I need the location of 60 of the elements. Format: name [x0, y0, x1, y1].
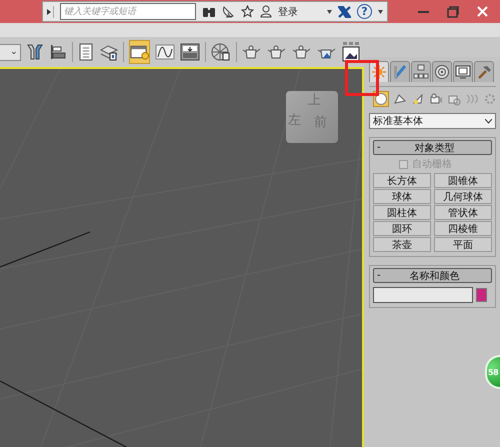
circle-icon: [434, 64, 450, 80]
panel-tab[interactable]: [453, 61, 473, 82]
object-button[interactable]: 四棱锥: [434, 221, 492, 236]
picture-frame-icon: [342, 42, 360, 62]
wave-icon: [465, 92, 479, 106]
panel-tab[interactable]: [411, 61, 431, 82]
satellite-dish-icon[interactable]: [222, 5, 235, 18]
binoculars-icon[interactable]: [202, 6, 216, 18]
teapot-icon: [292, 44, 312, 60]
teapot-icon: [242, 44, 262, 60]
folder-icon: [130, 43, 150, 61]
minimize-icon[interactable]: [418, 10, 429, 14]
object-button[interactable]: 圆环: [373, 221, 431, 236]
dropdown-field[interactable]: 标准基本体: [369, 113, 496, 129]
list-icon: [77, 43, 96, 61]
light-icon: [411, 92, 425, 106]
login-link[interactable]: 登录: [278, 4, 298, 18]
object-button[interactable]: 平面: [434, 237, 492, 252]
align-icon: [48, 43, 67, 61]
toolbar-button[interactable]: [129, 40, 150, 64]
mirror-icon: [26, 43, 44, 61]
object-button[interactable]: 长方体: [373, 173, 431, 188]
panel-tab[interactable]: [432, 61, 452, 82]
object-button[interactable]: 圆柱体: [373, 205, 431, 220]
hierarchy-icon: [413, 64, 429, 80]
caret-icon[interactable]: [378, 10, 383, 14]
color-swatch[interactable]: [476, 288, 487, 302]
object-button[interactable]: 几何球体: [434, 189, 492, 204]
rollout-header[interactable]: - 名称和颜色: [373, 268, 492, 283]
caret-icon[interactable]: [327, 10, 332, 14]
teapot-icon: [267, 44, 288, 60]
object-button[interactable]: 茶壶: [373, 237, 431, 252]
camera-icon: [429, 92, 443, 106]
search-field[interactable]: 键入关键字或短语: [60, 3, 196, 20]
curve-icon: [155, 43, 176, 61]
name-field[interactable]: [373, 287, 473, 303]
layers-icon: [100, 43, 118, 61]
star-icon[interactable]: [241, 5, 254, 18]
monitor-icon: [455, 64, 471, 80]
panel-icon: [180, 43, 200, 61]
caret-icon: [485, 118, 492, 124]
user-icon[interactable]: [260, 5, 272, 18]
hammer-icon: [476, 64, 492, 80]
badge-count: 58: [488, 368, 498, 376]
object-button[interactable]: 圆锥体: [434, 173, 492, 188]
category-button[interactable]: [373, 91, 389, 107]
close-icon[interactable]: [477, 6, 488, 17]
toolbar-button[interactable]: [342, 40, 360, 64]
rollout-header[interactable]: - 对象类型: [373, 140, 492, 155]
x-logo-icon[interactable]: [338, 6, 351, 18]
highlight-frame: [345, 60, 379, 96]
object-button[interactable]: 球体: [373, 189, 431, 204]
dropdown-field[interactable]: ⌄: [0, 44, 21, 60]
shape-icon: [393, 92, 407, 106]
sphere-icon: [211, 43, 232, 61]
category-button[interactable]: [411, 91, 425, 107]
help-button[interactable]: ?: [357, 4, 372, 19]
object-button[interactable]: 管状体: [434, 205, 492, 220]
star-burst-icon: [371, 64, 387, 80]
restore-icon[interactable]: [447, 6, 459, 18]
